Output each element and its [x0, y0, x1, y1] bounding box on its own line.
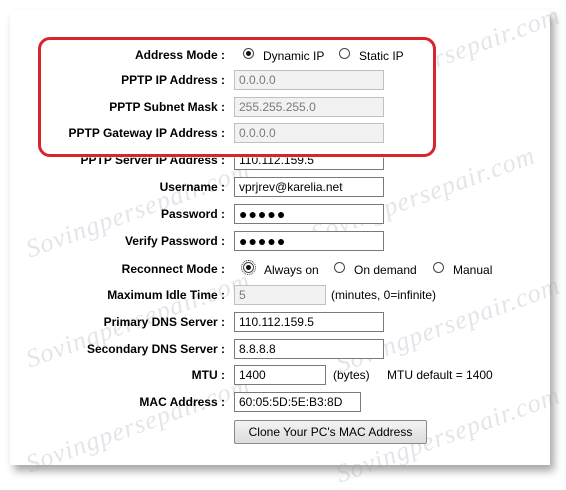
always-on-label: Always on: [264, 263, 319, 277]
pptp-ip-input[interactable]: 0.0.0.0: [234, 70, 384, 90]
verify-password-label: Verify Password :: [124, 234, 225, 248]
dynamic-ip-radio[interactable]: [243, 48, 254, 59]
max-idle-hint: (minutes, 0=infinite): [331, 288, 437, 302]
max-idle-label: Maximum Idle Time :: [107, 288, 225, 302]
pptp-gateway-input[interactable]: 0.0.0.0: [234, 123, 384, 143]
manual-radio[interactable]: [433, 262, 444, 273]
static-ip-label: Static IP: [359, 49, 404, 63]
mac-input[interactable]: 60:05:5D:5E:B3:8D: [234, 392, 361, 412]
mtu-label: MTU :: [191, 368, 225, 382]
primary-dns-input[interactable]: 110.112.159.5: [234, 312, 384, 332]
password-row: Password : ●●●●●: [0, 204, 566, 226]
dynamic-ip-label: Dynamic IP: [263, 49, 325, 63]
mtu-unit: (bytes): [333, 368, 370, 382]
password-label: Password :: [160, 207, 225, 221]
mac-row: MAC Address : 60:05:5D:5E:B3:8D: [0, 392, 566, 414]
primary-dns-label: Primary DNS Server :: [103, 315, 225, 329]
username-input[interactable]: vprjrev@karelia.net: [234, 177, 384, 197]
mtu-default-text: MTU default = 1400: [387, 368, 493, 382]
pptp-subnet-label: PPTP Subnet Mask :: [109, 100, 225, 114]
static-ip-radio[interactable]: [339, 48, 350, 59]
mac-label: MAC Address :: [139, 395, 225, 409]
secondary-dns-row: Secondary DNS Server : 8.8.8.8: [0, 339, 566, 361]
password-input[interactable]: ●●●●●: [234, 204, 384, 224]
pptp-subnet-input[interactable]: 255.255.255.0: [234, 97, 384, 117]
pptp-ip-row: PPTP IP Address : 0.0.0.0: [0, 70, 566, 92]
mtu-row: MTU : 1400 (bytes) MTU default = 1400: [0, 365, 566, 387]
reconnect-mode-row: Reconnect Mode : Always on On demand Man…: [0, 259, 566, 281]
on-demand-radio[interactable]: [334, 262, 345, 273]
always-on-radio[interactable]: [241, 260, 256, 275]
clone-row: Clone Your PC's MAC Address: [0, 420, 566, 446]
primary-dns-row: Primary DNS Server : 110.112.159.5: [0, 312, 566, 334]
max-idle-input[interactable]: 5: [234, 285, 326, 305]
max-idle-row: Maximum Idle Time : 5 (minutes, 0=infini…: [0, 285, 566, 307]
address-mode-row: Address Mode : Dynamic IP Static IP: [0, 45, 566, 67]
mtu-input[interactable]: 1400: [234, 365, 326, 385]
reconnect-mode-label: Reconnect Mode :: [121, 262, 225, 276]
address-mode-label: Address Mode :: [134, 48, 225, 62]
manual-label: Manual: [453, 263, 493, 277]
verify-password-input[interactable]: ●●●●●: [234, 231, 384, 251]
pptp-gateway-label: PPTP Gateway IP Address :: [68, 126, 225, 140]
verify-password-row: Verify Password : ●●●●●: [0, 231, 566, 253]
secondary-dns-label: Secondary DNS Server :: [86, 342, 225, 356]
pptp-gateway-row: PPTP Gateway IP Address : 0.0.0.0: [0, 123, 566, 145]
secondary-dns-input[interactable]: 8.8.8.8: [234, 339, 384, 359]
pptp-subnet-row: PPTP Subnet Mask : 255.255.255.0: [0, 97, 566, 119]
username-label: Username :: [159, 180, 225, 194]
on-demand-label: On demand: [354, 263, 417, 277]
pptp-ip-label: PPTP IP Address :: [121, 73, 225, 87]
clone-mac-button[interactable]: Clone Your PC's MAC Address: [234, 420, 427, 444]
username-row: Username : vprjrev@karelia.net: [0, 177, 566, 199]
